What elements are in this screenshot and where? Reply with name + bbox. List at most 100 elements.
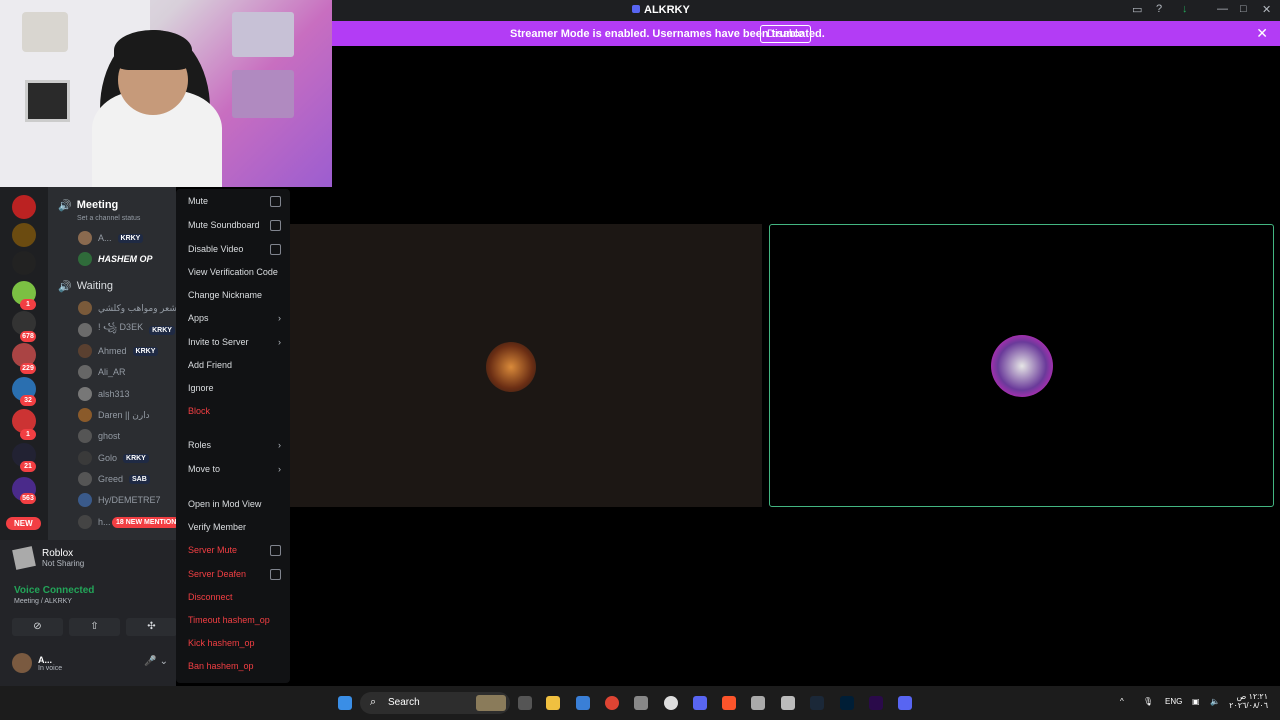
menu-item-block[interactable]: Block [188,404,281,418]
search-icon: ⌕ [370,696,377,708]
minimize-icon[interactable]: — [1217,3,1228,15]
microphone-icon[interactable]: 🎤 ⌄ [144,656,168,667]
app-icon[interactable] [634,696,648,710]
menu-item-view-verification-code[interactable]: View Verification Code [188,265,281,279]
maximize-icon[interactable]: □ [1240,3,1247,15]
screen-share-button[interactable]: ⇧ [69,618,120,636]
network-icon[interactable]: ▣ [1192,697,1200,706]
store-icon[interactable] [576,696,590,710]
new-unreads-pill[interactable]: NEW [6,517,41,530]
voice-member[interactable]: ! ꧁ D3EK KRKY [78,320,175,340]
app-icon[interactable] [751,696,765,710]
menu-item-server-deafen[interactable]: Server Deafen [188,567,281,581]
checkbox-icon[interactable] [270,243,281,255]
menu-item-apps[interactable]: Apps › [188,311,281,325]
disable-button[interactable]: Disable [760,25,811,43]
search-box[interactable]: ⌕ Search [360,692,510,714]
menu-item-timeout-hashem-op[interactable]: Timeout hashem_op [188,613,281,627]
steam-icon[interactable] [810,696,824,710]
voice-member[interactable]: Ahmed KRKY [78,341,159,361]
avatar [78,451,92,465]
menu-item-mute-soundboard[interactable]: Mute Soundboard [188,218,281,232]
chrome-icon[interactable] [605,696,619,710]
title-bar: ALKRKY ▭ ? ↓ — □ ✕ [332,0,1280,21]
menu-item-roles[interactable]: Roles › [188,438,281,452]
menu-item-ban-hashem-op[interactable]: Ban hashem_op [188,659,281,673]
window-title: ALKRKY [632,4,690,16]
menu-item-invite-to-server[interactable]: Invite to Server › [188,335,281,349]
chevron-up-icon[interactable]: ^ [1120,697,1124,706]
channel-status-hint[interactable]: Set a channel status [77,215,140,222]
volume-icon[interactable]: 🔈 [1210,697,1220,706]
checkbox-icon[interactable] [270,219,281,231]
discord-icon[interactable] [693,696,707,710]
voice-member[interactable]: A... KRKY [78,228,144,248]
voice-member[interactable]: h... [78,512,111,532]
activities-button[interactable]: ✣ [126,618,177,636]
unread-badge: 21 [20,461,36,472]
server-icon[interactable] [12,223,36,247]
video-tile-speaking[interactable] [769,224,1274,507]
member-tag: KRKY [132,346,159,356]
menu-item-verify-member[interactable]: Verify Member [188,520,281,534]
voice-member[interactable]: alsh313 [78,384,130,404]
checkbox-icon[interactable] [270,568,281,580]
voice-member[interactable]: Golo KRKY [78,448,149,468]
avatar [78,252,92,266]
menu-item-add-friend[interactable]: Add Friend [188,358,281,372]
voice-member[interactable]: ghost [78,426,120,446]
menu-item-server-mute[interactable]: Server Mute [188,543,281,557]
premiere-icon[interactable] [869,696,883,710]
server-icon[interactable] [12,195,36,219]
banner-close-icon[interactable]: ✕ [1256,25,1268,42]
voice-member[interactable]: و شعر ومواهب وكلشي | [78,298,189,318]
video-tile[interactable] [290,224,762,507]
member-name: Daren || دارن [98,409,150,420]
menu-item-move-to[interactable]: Move to › [188,462,281,476]
unread-badge: 563 [20,493,36,504]
download-icon[interactable]: ↓ [1182,3,1188,15]
checkbox-icon[interactable] [270,195,281,207]
voice-member[interactable]: Ali_AR [78,362,126,382]
close-window-icon[interactable]: ✕ [1262,3,1271,16]
app-icon[interactable] [781,696,795,710]
voice-member[interactable]: Daren || دارن [78,405,150,425]
menu-item-ignore[interactable]: Ignore [188,381,281,395]
member-tag: SAB [129,474,150,484]
microphone-icon[interactable]: 🎙 [1143,697,1153,706]
menu-item-disable-video[interactable]: Disable Video [188,242,281,256]
file-explorer-icon[interactable] [546,696,560,710]
language-indicator[interactable]: ENG [1165,697,1182,706]
menu-item-change-nickname[interactable]: Change Nickname [188,288,281,302]
server-icon[interactable] [12,251,36,275]
voice-member[interactable]: HASHEM OP [78,249,153,269]
user-info[interactable]: A... In voice [12,653,62,673]
speaker-icon: 🔊 [58,280,72,293]
new-mentions-pill[interactable]: 18 NEW MENTION [112,517,181,528]
start-icon[interactable] [338,696,352,710]
activity-panel: Roblox Not Sharing [12,546,85,570]
inbox-icon[interactable]: ▭ [1132,3,1142,16]
voice-status[interactable]: Voice Connected Meeting / ALKRKY [14,585,94,605]
game-status: Not Sharing [42,559,85,568]
menu-item-disconnect[interactable]: Disconnect [188,590,281,604]
voice-channel-meeting[interactable]: 🔊 Meeting [58,195,176,215]
user-status: In voice [38,664,63,672]
photoshop-icon[interactable] [840,696,854,710]
discord-icon[interactable] [898,696,912,710]
help-icon[interactable]: ? [1156,3,1162,15]
voice-member[interactable]: Greed SAB [78,469,150,489]
roblox-icon [12,546,36,570]
brave-icon[interactable] [722,696,736,710]
menu-item-kick-hashem-op[interactable]: Kick hashem_op [188,636,281,650]
checkbox-icon[interactable] [270,544,281,556]
voice-channel-waiting[interactable]: 🔊 Waiting [58,276,176,296]
task-view-icon[interactable] [518,696,532,710]
menu-item-mute[interactable]: Mute [188,194,281,208]
menu-item-open-in-mod-view[interactable]: Open in Mod View [188,497,281,511]
video-off-button[interactable]: ⊘ [12,618,63,636]
voice-member[interactable]: Hy/DEMETRE7 [78,490,161,510]
steam-icon[interactable] [664,696,678,710]
clock[interactable]: ١٢:٢١ ص ٢٠٢٦/٠٨/٠٦ [1228,692,1268,710]
menu-item-label: Change Nickname [188,290,263,300]
